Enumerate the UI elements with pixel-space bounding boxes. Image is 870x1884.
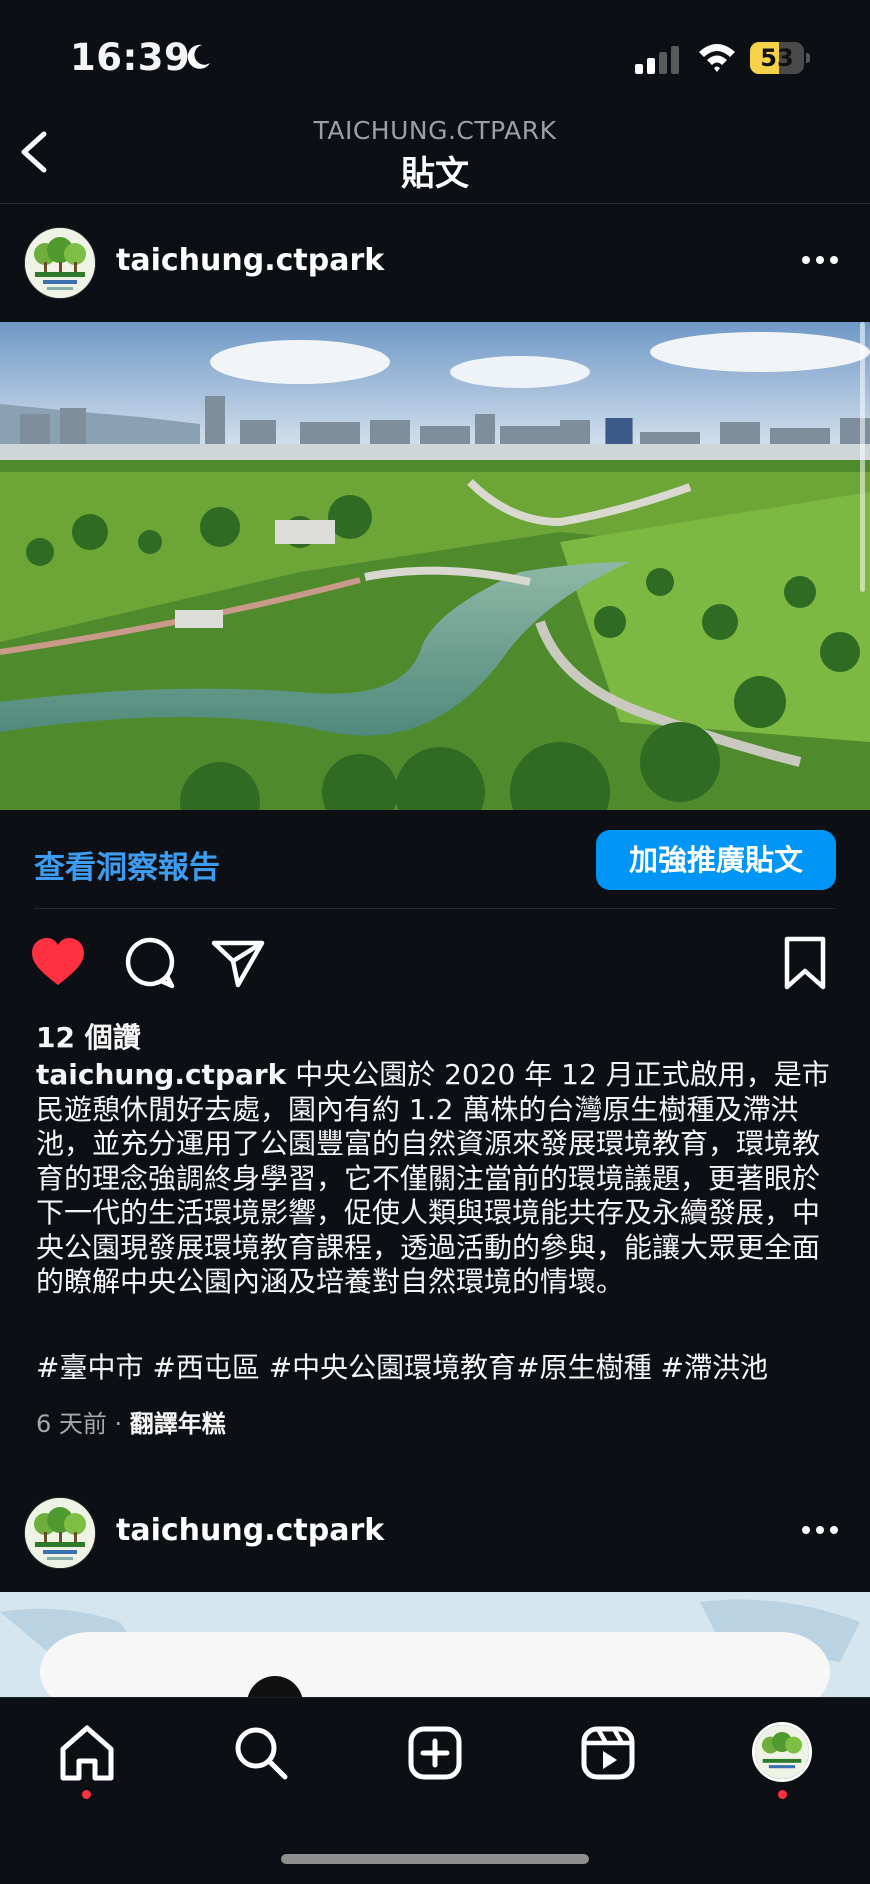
insights-divider	[34, 908, 836, 909]
translate-link[interactable]: 翻譯年糕	[130, 1410, 226, 1438]
post-username[interactable]: taichung.ctpark	[116, 243, 384, 278]
more-options-icon[interactable]	[802, 256, 838, 266]
search-icon[interactable]	[231, 1723, 291, 1783]
cellular-signal-icon	[635, 46, 679, 74]
more-options-icon[interactable]	[802, 1526, 838, 1536]
post-caption: taichung.ctpark 中央公園於 2020 年 12 月正式啟用，是市…	[36, 1058, 836, 1300]
battery-icon: 53	[750, 42, 812, 76]
next-post-username[interactable]: taichung.ctpark	[116, 1513, 384, 1548]
post-photo[interactable]	[0, 322, 870, 810]
post-time: 6 天前	[36, 1410, 107, 1438]
scrollbar[interactable]	[860, 322, 865, 592]
share-send-icon[interactable]	[210, 935, 266, 991]
meta-separator: ·	[106, 1410, 130, 1438]
next-post-photo[interactable]	[0, 1592, 870, 1697]
home-notification-dot	[82, 1790, 91, 1799]
view-insights-link[interactable]: 查看洞察報告	[34, 842, 220, 887]
create-icon[interactable]	[405, 1723, 465, 1783]
status-time: 16:39	[70, 36, 191, 79]
moon-icon	[187, 44, 210, 69]
header-divider	[0, 203, 870, 204]
battery-level: 53	[760, 44, 794, 72]
likes-count[interactable]: 12 個讚	[36, 1016, 141, 1056]
caption-text: 中央公園於 2020 年 12 月正式啟用，是市民遊憩休閒好去處，園內有約 1.…	[36, 1058, 830, 1298]
wifi-icon	[699, 44, 735, 72]
caption-username[interactable]: taichung.ctpark	[36, 1058, 286, 1091]
post-hashtags[interactable]: #臺中市 #西屯區 #中央公園環境教育#原生樹種 #滯洪池	[36, 1351, 856, 1385]
avatar[interactable]	[24, 1497, 96, 1569]
profile-avatar[interactable]	[752, 1722, 812, 1782]
home-icon[interactable]	[57, 1723, 117, 1783]
avatar[interactable]	[24, 227, 96, 299]
boost-post-button[interactable]: 加強推廣貼文	[596, 830, 836, 890]
page-title: 貼文	[401, 154, 469, 194]
like-heart-icon[interactable]	[30, 935, 86, 991]
home-indicator[interactable]	[281, 1854, 589, 1864]
bookmark-icon[interactable]	[777, 935, 833, 991]
header-account-name: TAICHUNG.CTPARK	[313, 116, 557, 145]
profile-notification-dot	[778, 1790, 787, 1799]
reels-icon[interactable]	[578, 1723, 638, 1783]
comment-icon[interactable]	[121, 935, 177, 991]
post-meta: 6 天前 · 翻譯年糕	[36, 1404, 226, 1439]
